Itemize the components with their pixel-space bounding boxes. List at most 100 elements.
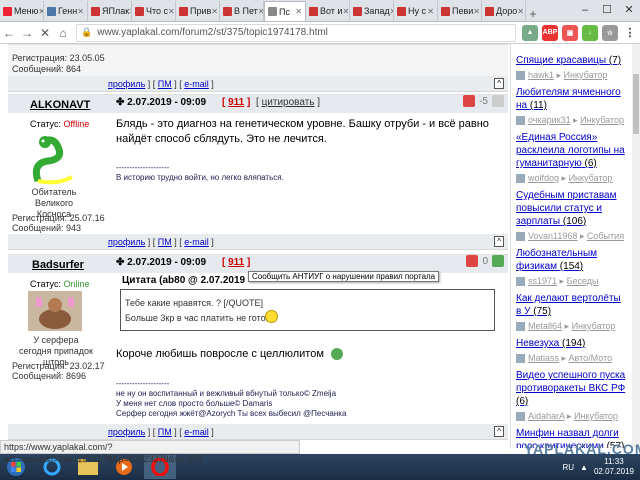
profile-link[interactable]: профиль — [108, 237, 145, 247]
pm-link[interactable]: ПМ — [158, 237, 172, 247]
browser-tab[interactable]: Вот и ✕ — [306, 1, 350, 21]
topic-section[interactable]: Инкубатор — [569, 173, 613, 183]
language-indicator[interactable]: RU — [562, 463, 574, 472]
pm-link[interactable]: ПМ — [158, 427, 172, 437]
minimize-icon[interactable]: ‒ — [574, 0, 596, 21]
post-number[interactable]: [ 911 ] — [222, 97, 250, 108]
topic-author[interactable]: Metall64 — [528, 321, 562, 331]
url-text: www.yaplakal.com/forum2/st/375/topic1974… — [97, 27, 328, 38]
profile-link[interactable]: профиль — [108, 79, 145, 89]
watermark: YAPLAKAL.COM — [524, 441, 640, 457]
adblock-icon[interactable]: ABP — [542, 24, 558, 41]
topic-section[interactable]: События — [587, 231, 624, 241]
email-link[interactable]: e-mail — [184, 79, 209, 89]
topic-link[interactable]: Любознательным физикам (154) — [516, 247, 628, 273]
url-field[interactable]: 🔒 www.yaplakal.com/forum2/st/375/topic19… — [76, 23, 516, 42]
window-controls: ‒ ☐ ✕ — [574, 0, 640, 21]
topic-link[interactable]: Любителям ячменного на (11) — [516, 86, 628, 112]
topic-section[interactable]: Инкубатор — [564, 70, 608, 80]
topic-link[interactable]: Видео успешного пуска противоракеты ВКС … — [516, 369, 628, 408]
topic-item: Спящие красавицы (7) hawk1 ▸ Инкубатор — [511, 52, 632, 84]
tab-close-icon[interactable]: ✕ — [517, 7, 524, 16]
scroll-up-button[interactable]: ^ — [494, 236, 504, 247]
topic-item: Любителям ячменного на (11) очкарик31 ▸ И… — [511, 84, 632, 129]
topic-author[interactable]: AidaharA — [528, 411, 565, 421]
extension-icon[interactable]: ▲ — [522, 24, 538, 41]
browser-tab[interactable]: Меню✕ — [0, 1, 44, 21]
maximize-icon[interactable]: ☐ — [596, 0, 618, 21]
tab-close-icon[interactable]: ✕ — [342, 7, 349, 16]
scroll-up-button[interactable]: ^ — [494, 426, 504, 437]
clock[interactable]: 11:33 02.07.2019 — [594, 457, 634, 477]
scrollbar[interactable] — [632, 44, 640, 448]
browser-tab[interactable]: Пс ✕ — [264, 1, 306, 21]
tab-close-icon[interactable]: ✕ — [77, 7, 84, 16]
browser-tab[interactable]: Доро ✕ — [482, 1, 526, 21]
close-window-icon[interactable]: ✕ — [618, 0, 640, 21]
tab-close-icon[interactable]: ✕ — [427, 7, 434, 16]
topic-section[interactable]: Авто/Мото — [569, 353, 613, 363]
browser-tab[interactable]: Генн ✕ — [44, 1, 88, 21]
tab-close-icon[interactable]: ✕ — [473, 7, 480, 16]
report-icon[interactable] — [463, 95, 476, 107]
scroll-up-button[interactable]: ^ — [494, 78, 504, 89]
browser-tab[interactable]: ЯПлак✕ — [88, 1, 132, 21]
topic-link[interactable]: Невезуха (194) — [516, 337, 628, 350]
topic-author[interactable]: wolfdog — [528, 173, 559, 183]
topic-author[interactable]: Matiass — [528, 353, 559, 363]
topic-meta: ss1971 ▸ Беседы — [516, 275, 628, 287]
profile-link[interactable]: профиль — [108, 427, 145, 437]
vote-up-icon[interactable] — [492, 255, 504, 267]
back-icon[interactable]: ← — [0, 26, 18, 40]
pdf-icon[interactable]: ▣ — [562, 24, 578, 41]
rating: -5 — [463, 95, 504, 107]
tab-close-icon[interactable]: ✕ — [211, 7, 218, 16]
topic-section[interactable]: Инкубатор — [580, 115, 624, 125]
tab-favicon-icon — [353, 6, 362, 16]
signature-line: У меня нет слов просто больше© Damaris — [116, 399, 273, 408]
star-icon[interactable]: ☆ — [602, 24, 618, 41]
topic-comment-count: (75) — [533, 306, 552, 317]
topic-author[interactable]: ss1971 — [528, 276, 557, 286]
report-icon[interactable] — [466, 255, 479, 267]
tab-close-icon[interactable]: ✕ — [295, 7, 302, 16]
topic-author[interactable]: очкарик31 — [528, 115, 571, 125]
stop-icon[interactable]: ✕ — [36, 26, 54, 40]
topics-sidebar: Спящие красавицы (7) hawk1 ▸ Инкубатор Люб… — [510, 44, 632, 448]
smiley-icon — [330, 348, 343, 361]
pm-link[interactable]: ПМ — [158, 79, 172, 89]
user-icon — [516, 232, 525, 242]
status-bar: https://www.yaplakal.com/?act=report&f=2… — [0, 440, 300, 464]
topic-link[interactable]: Спящие красавицы (7) — [516, 54, 628, 67]
topic-link[interactable]: Судебным приставам повысили статус и зар… — [516, 189, 628, 228]
topic-section[interactable]: Инкубатор — [572, 321, 616, 331]
tray-arrow-icon[interactable]: ▲ — [580, 463, 588, 472]
vote-up-icon[interactable] — [492, 95, 504, 107]
browser-tab[interactable]: Певи ✕ — [438, 1, 482, 21]
post-author[interactable]: ALKONAVT — [30, 99, 90, 111]
topic-author[interactable]: hawk1 — [528, 70, 554, 80]
post-author[interactable]: Badsurfer — [32, 259, 84, 271]
topic-author[interactable]: Vovan11968 — [528, 231, 577, 241]
topic-section[interactable]: Беседы — [567, 276, 599, 286]
tab-label: Генн — [58, 6, 78, 16]
browser-tab[interactable]: Что с ✕ — [132, 1, 176, 21]
new-tab-button[interactable]: + — [526, 7, 540, 21]
topic-link[interactable]: Как делают вертолёты в У (75) — [516, 292, 628, 318]
topic-link[interactable]: «Единая Россия» расклеила логотипы на гу… — [516, 131, 628, 170]
home-icon[interactable]: ⌂ — [54, 26, 72, 40]
tab-close-icon[interactable]: ✕ — [168, 7, 175, 16]
quote-link[interactable]: [ цитировать ] — [256, 97, 320, 108]
forward-icon[interactable]: → — [18, 26, 36, 40]
download-icon[interactable]: ↓ — [582, 24, 598, 41]
menu-icon[interactable]: ⋮ — [622, 24, 638, 41]
topic-section[interactable]: Инкубатор — [574, 411, 618, 421]
email-link[interactable]: e-mail — [184, 427, 209, 437]
browser-tab[interactable]: Запад✕ — [350, 1, 394, 21]
browser-tab[interactable]: В Пет ✕ — [220, 1, 264, 21]
browser-tab[interactable]: Прив ✕ — [176, 1, 220, 21]
email-link[interactable]: e-mail — [184, 237, 209, 247]
post-number[interactable]: [ 911 ] — [222, 257, 250, 268]
post: ALKONAVT Статус: Offline Обитатель Велик… — [8, 94, 508, 236]
browser-tab[interactable]: Ну с ✕ — [394, 1, 438, 21]
